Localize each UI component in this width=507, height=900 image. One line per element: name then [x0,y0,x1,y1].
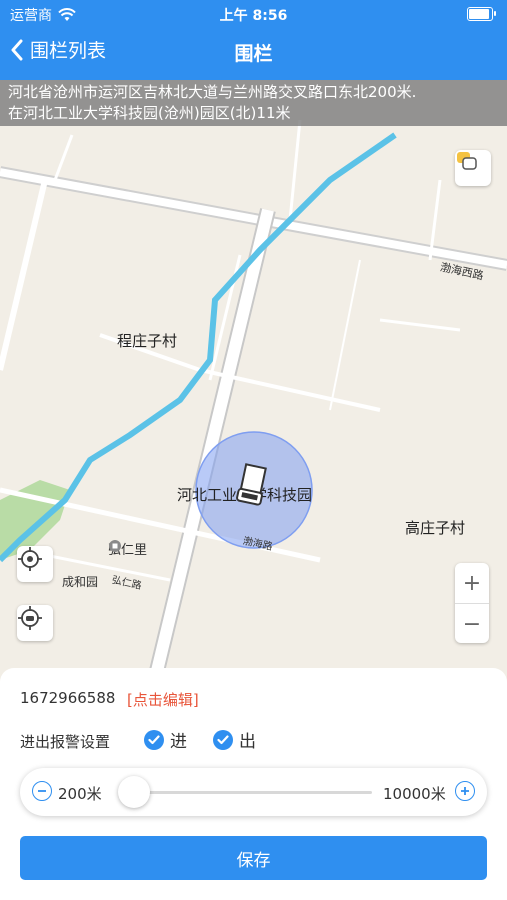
status-time: 上午 8:56 [219,8,288,24]
fence-settings-panel: 1672966588 [点击编辑] 进出报警设置 进 出 200米 10000米… [0,668,507,900]
zoom-control: + − [455,563,489,643]
truck-icon[interactable] [234,463,270,507]
locate-button[interactable] [17,546,53,582]
checkbox-out-label: 出 [239,732,256,752]
app-header: 运营商 上午 8:56 围栏列表 围栏 [0,0,507,80]
plus-icon [461,787,469,795]
check-icon [144,729,164,750]
poi-icon [109,540,121,552]
layers-icon [457,152,477,170]
checkbox-out[interactable]: 出 [213,727,256,752]
minus-icon [38,790,46,792]
battery-icon [467,7,496,21]
locate-icon [18,547,42,571]
map-poi: 弘仁里 [108,539,147,558]
radius-max-label: 10000米 [383,785,446,803]
radius-decrease-button[interactable] [32,781,52,801]
zoom-out-button[interactable]: − [455,604,489,644]
nav-bar: 围栏列表 围栏 [0,28,507,76]
device-phone: 1672966588 [20,689,116,707]
map-label-village1: 程庄子村 [117,332,178,350]
radius-slider-card: 200米 10000米 [20,768,487,816]
radius-increase-button[interactable] [455,781,475,801]
status-bar: 运营商 上午 8:56 [0,4,507,24]
edit-link[interactable]: [点击编辑] [127,689,199,710]
check-icon [213,729,233,750]
save-button[interactable]: 保存 [20,836,487,880]
address-line2: 在河北工业大学科技园(沧州)园区(北)11米 [8,104,291,122]
car-locate-button[interactable] [17,605,53,641]
alarm-setting-label: 进出报警设置 [20,733,111,751]
radius-slider-thumb[interactable] [118,776,150,808]
map-background [0,80,507,700]
map-label-village2: 高庄子村 [405,519,466,537]
radius-min-label: 200米 [58,785,102,803]
checkbox-in-label: 进 [170,732,187,752]
map-label-community: 成和园 [62,575,99,589]
checkbox-in[interactable]: 进 [144,727,187,752]
layers-button[interactable] [455,150,491,186]
radius-slider-track[interactable] [122,791,372,794]
page-title: 围栏 [234,43,273,65]
zoom-in-button[interactable]: + [455,563,489,604]
car-locate-icon [18,606,42,630]
map-view[interactable]: 程庄子村 高庄子村 河北工业大学科技园 渤海西路 渤海路 弘仁路 成和园 弘仁里 [0,80,507,700]
address-banner: 河北省沧州市运河区吉林北大道与兰州路交叉路口东北200米. 在河北工业大学科技园… [0,80,507,126]
address-line1: 河北省沧州市运河区吉林北大道与兰州路交叉路口东北200米. [8,83,417,101]
